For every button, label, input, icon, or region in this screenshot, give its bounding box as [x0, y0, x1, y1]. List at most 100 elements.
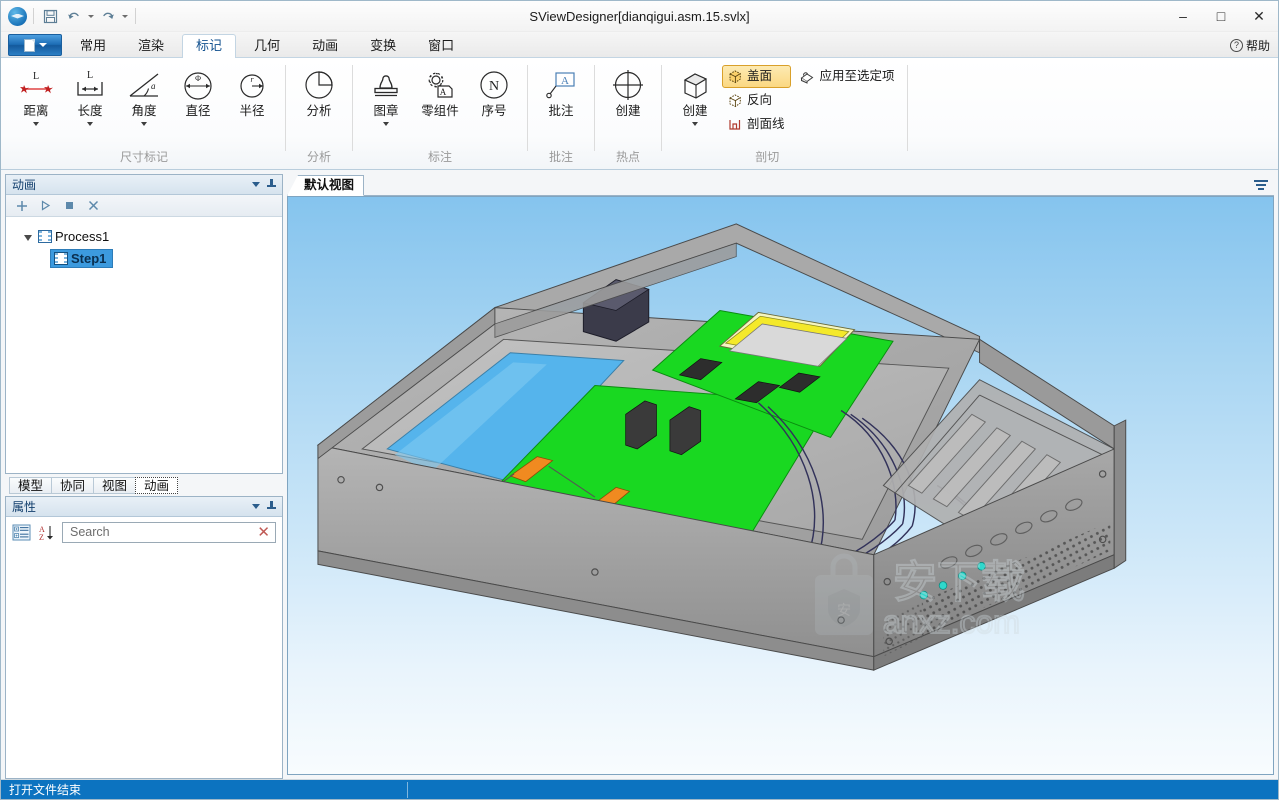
ribbon-button-angle[interactable]: a 角度 [117, 63, 171, 126]
ribbon-label-hotspot-create: 创建 [615, 104, 641, 118]
viewport-tab-bar: 默认视图 [287, 174, 1274, 196]
tab-chuangkou[interactable]: 窗口 [414, 34, 468, 57]
left-tab-model[interactable]: 模型 [9, 477, 53, 494]
left-tab-view[interactable]: 视图 [93, 477, 137, 494]
file-menu-button[interactable] [8, 34, 62, 56]
component-label-icon: A [420, 67, 460, 103]
3d-viewport[interactable]: 安 安下载 anxz.com Y [287, 196, 1274, 775]
search-field-wrapper[interactable]: ✕ [62, 521, 276, 543]
tab-biaoji[interactable]: 标记 [182, 34, 237, 58]
ribbon-group-annotation-label: 图章 A 零组件 N 序号 标注 [355, 61, 525, 166]
undo-arrow-icon[interactable] [63, 6, 84, 27]
ribbon-button-apply-to-selected[interactable]: 应用至选定项 [795, 65, 901, 88]
length-icon: L [70, 67, 110, 103]
help-label: 帮助 [1245, 39, 1270, 53]
stop-icon[interactable] [63, 199, 76, 212]
left-tab-collaborate[interactable]: 协同 [51, 477, 95, 494]
ribbon-button-cap-face[interactable]: 盖面 [722, 65, 791, 88]
minimize-button[interactable]: – [1164, 2, 1202, 30]
ribbon-group-title-section: 剖切 [755, 150, 780, 164]
animation-tree[interactable]: Process1 Step1 [6, 217, 282, 473]
ribbon-button-component[interactable]: A 零组件 [413, 63, 467, 119]
tree-node-step-label: Step1 [71, 250, 107, 266]
ribbon-button-hotspot-create[interactable]: 创建 [601, 63, 655, 119]
ribbon-toolbar: L 距离 L 长度 a 角度 Φ 直径 r 半径 尺寸标记 分析 分析 图章 A… [1, 58, 1278, 170]
close-button[interactable]: ✕ [1240, 2, 1278, 30]
close-x-icon[interactable] [87, 199, 100, 212]
tab-changyong[interactable]: 常用 [66, 34, 120, 57]
distance-dropdown-icon[interactable] [33, 122, 39, 126]
play-icon[interactable] [39, 199, 52, 212]
ribbon-button-stamp[interactable]: 图章 [359, 63, 413, 126]
viewport-column: 默认视图 安 安下载 anxz.com [287, 174, 1274, 779]
animation-toolbar [6, 195, 282, 217]
stamp-dropdown-icon[interactable] [383, 122, 389, 126]
ribbon-button-distance[interactable]: L 距离 [9, 63, 63, 126]
properties-panel-title: 属性 [12, 500, 37, 514]
ribbon-button-analysis[interactable]: 分析 [292, 63, 346, 119]
stamp-icon [366, 67, 406, 103]
save-icon[interactable] [40, 6, 61, 27]
3d-model-electrical-cabinet[interactable] [288, 197, 1273, 774]
svg-text:A: A [561, 75, 569, 87]
tree-node-process[interactable]: Process1 [6, 225, 282, 247]
view-menu-icon[interactable] [1254, 178, 1274, 192]
left-tab-animation[interactable]: 动画 [135, 477, 179, 494]
ribbon-divider-3 [527, 65, 528, 151]
tab-xuanran[interactable]: 渲染 [124, 34, 178, 57]
maximize-button[interactable]: □ [1202, 2, 1240, 30]
animation-panel-collapse-icon[interactable] [252, 182, 260, 187]
ribbon-button-diameter[interactable]: Φ 直径 [171, 63, 225, 119]
help-button[interactable]: ? 帮助 [1229, 37, 1270, 54]
main-content-area: 动画 Process1 Step1 模型 协同 视图 动画 属性 A Z Sea… [1, 170, 1278, 779]
ribbon-button-reverse[interactable]: 反向 [722, 89, 791, 112]
ribbon-button-length[interactable]: L 长度 [63, 63, 117, 126]
animation-panel-pin-icon[interactable] [267, 179, 276, 190]
left-panel-tabs: 模型 协同 视图 动画 [5, 474, 283, 496]
sort-az-icon[interactable]: AZ [37, 524, 56, 541]
ribbon-button-section-create[interactable]: 创建 [668, 63, 722, 126]
sview-logo-icon[interactable] [8, 6, 27, 26]
cap-face-icon [726, 68, 743, 85]
ribbon-button-annotation[interactable]: A 批注 [534, 63, 588, 119]
search-input[interactable] [70, 525, 257, 539]
properties-grid[interactable] [6, 547, 282, 778]
section-create-dropdown-icon[interactable] [692, 122, 698, 126]
categorized-icon[interactable] [12, 524, 31, 541]
hotspot-create-icon [608, 67, 648, 103]
expand-arrow-icon[interactable] [24, 234, 32, 241]
tree-node-step[interactable]: Step1 [6, 247, 282, 269]
redo-arrow-icon[interactable] [97, 6, 118, 27]
redo-dropdown-icon[interactable] [120, 6, 129, 27]
ribbon-label-section-create: 创建 [682, 104, 708, 118]
status-message: 打开文件结束 [9, 783, 82, 797]
section-line-icon [726, 116, 743, 133]
clear-x-icon[interactable]: ✕ [256, 525, 271, 540]
properties-panel-collapse-icon[interactable] [252, 504, 260, 509]
ribbon-group-title-dimension: 尺寸标记 [119, 150, 168, 164]
ribbon-button-balloon[interactable]: N 序号 [467, 63, 521, 119]
svg-text:N: N [489, 79, 499, 94]
tree-node-step-selection[interactable]: Step1 [50, 248, 114, 268]
apply-to-selected-icon [799, 68, 816, 85]
ribbon-label-analysis: 分析 [306, 104, 332, 118]
animation-panel: 动画 Process1 Step1 [5, 174, 283, 474]
distance-icon: L [16, 67, 56, 103]
svg-text:r: r [250, 75, 254, 84]
section-wide-buttons: 应用至选定项 [795, 63, 901, 88]
length-dropdown-icon[interactable] [87, 122, 93, 126]
section-create-icon [675, 67, 715, 103]
tab-bianhuan[interactable]: 变换 [356, 34, 410, 57]
ribbon-button-section-line[interactable]: 剖面线 [722, 113, 791, 136]
properties-panel-pin-icon[interactable] [267, 501, 276, 512]
ribbon-button-radius[interactable]: r 半径 [225, 63, 279, 119]
angle-icon: a [124, 67, 164, 103]
section-small-buttons: 盖面 反向 剖面线 [722, 63, 791, 136]
undo-dropdown-icon[interactable] [86, 6, 95, 27]
angle-dropdown-icon[interactable] [141, 122, 147, 126]
viewport-tab-default-view[interactable]: 默认视图 [287, 175, 365, 196]
tab-jihe[interactable]: 几何 [240, 34, 294, 57]
plus-icon[interactable] [15, 199, 28, 212]
tab-donghua[interactable]: 动画 [298, 34, 352, 57]
ribbon-group-title-annotation: 批注 [548, 150, 573, 164]
